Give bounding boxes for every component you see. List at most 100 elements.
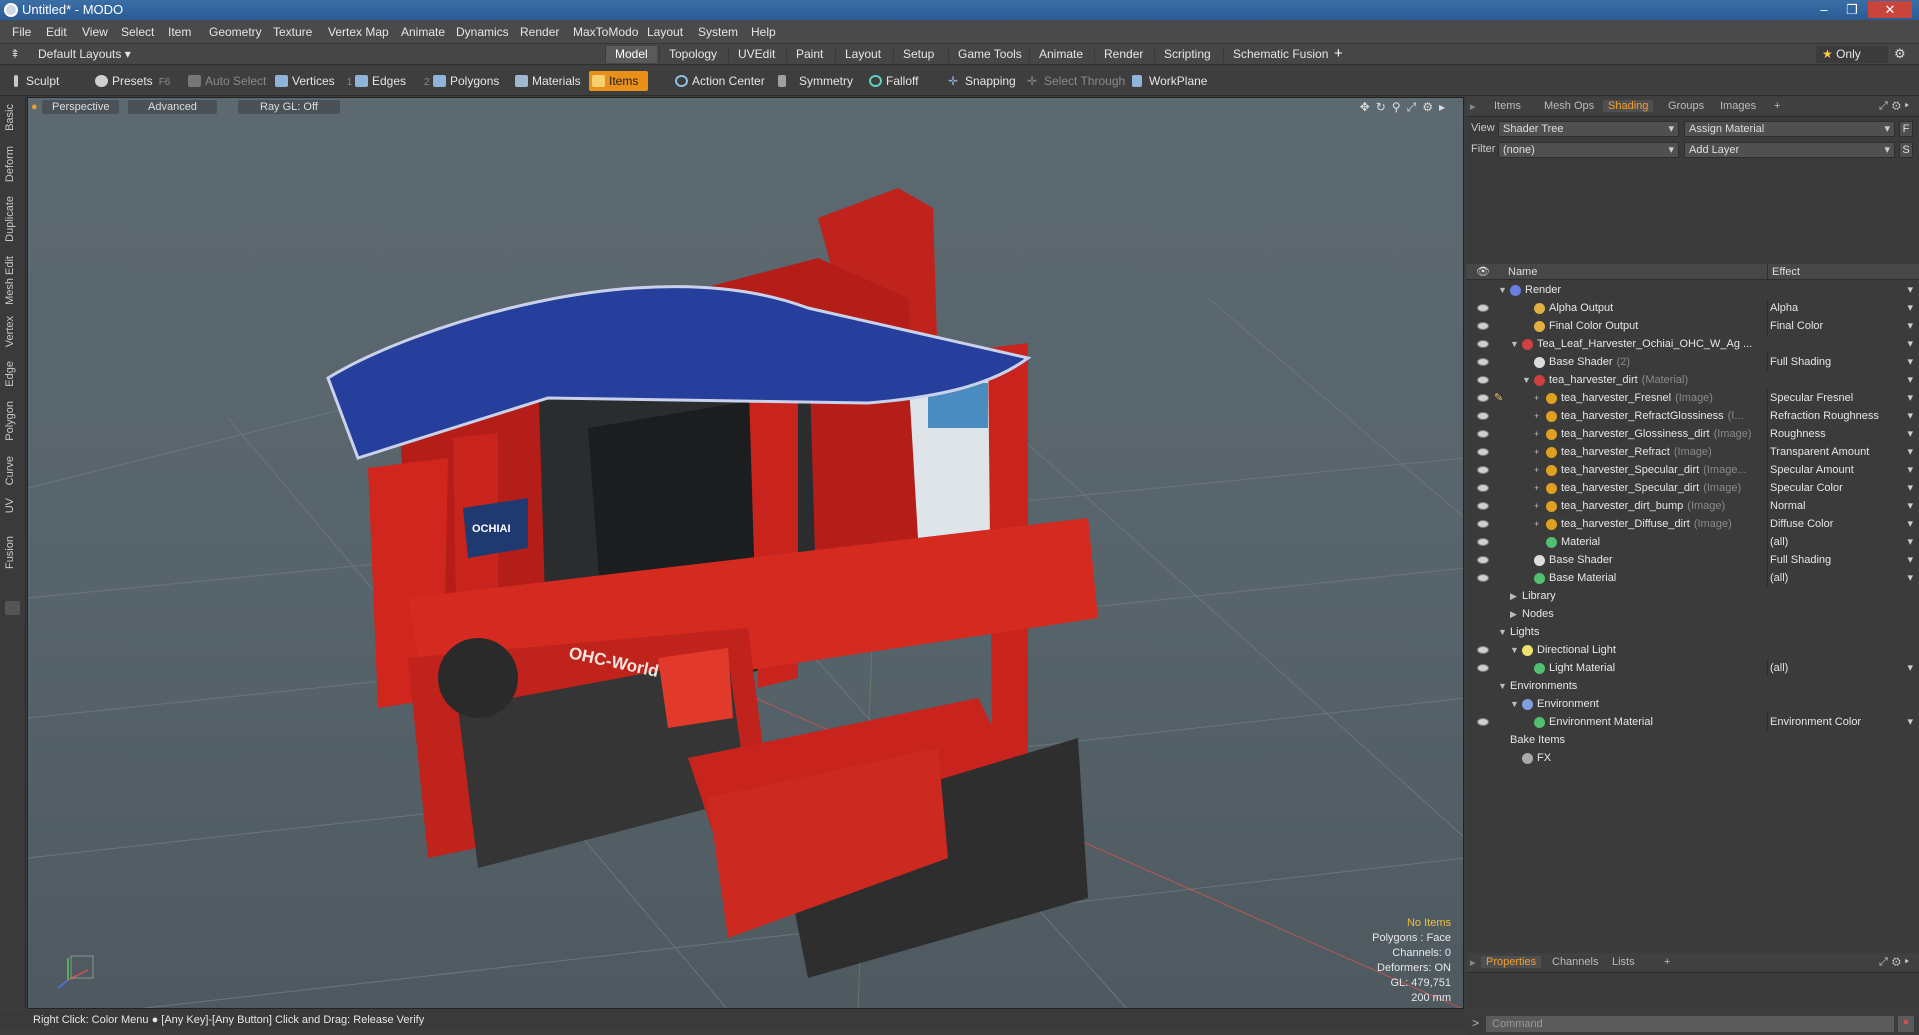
effect-dropdown[interactable]: Roughness (1767, 425, 1919, 443)
select-through-button[interactable]: ✛ Select Through (1024, 71, 1125, 91)
action-center-button[interactable]: Action Center (672, 71, 765, 91)
effect-dropdown[interactable]: Diffuse Color (1767, 515, 1919, 533)
column-name[interactable]: Name (1508, 266, 1537, 278)
expand-arrow-icon[interactable]: ▼ (1510, 695, 1519, 713)
effect-dropdown[interactable]: Alpha (1767, 299, 1919, 317)
tree-row[interactable]: Base Material (all) (1466, 569, 1919, 587)
visibility-eye-icon[interactable] (1477, 430, 1489, 438)
tree-row[interactable]: + tea_harvester_Glossiness_dirt (Image) Rou… (1466, 425, 1919, 443)
left-tab-vertex[interactable]: Vertex (4, 316, 16, 347)
tree-row[interactable]: ▼ Render (1466, 281, 1919, 299)
effect-dropdown[interactable]: Full Shading (1767, 353, 1919, 371)
materials-button[interactable]: Materials (512, 71, 581, 91)
tree-row[interactable]: ▶ Library (1466, 587, 1919, 605)
panel-grip-icon[interactable]: ▸ (1470, 100, 1476, 113)
expand-arrow-icon[interactable]: ▶ (1510, 587, 1517, 605)
menu-layout[interactable]: Layout (647, 25, 683, 39)
tree-row[interactable]: FX (1466, 749, 1919, 767)
visibility-eye-icon[interactable] (1477, 448, 1489, 456)
expand-arrow-icon[interactable]: ▼ (1498, 281, 1507, 299)
left-tab-mesh-edit[interactable]: Mesh Edit (4, 256, 16, 305)
visibility-eye-icon[interactable] (1477, 646, 1489, 654)
menu-system[interactable]: System (698, 25, 738, 39)
tree-row[interactable]: ▼ Environments (1466, 677, 1919, 695)
tab-paint[interactable]: Paint (786, 46, 832, 63)
left-tab-duplicate[interactable]: Duplicate (4, 196, 16, 242)
polygons-button[interactable]: Polygons (430, 71, 499, 91)
expand-arrow-icon[interactable]: + (1534, 497, 1539, 515)
visibility-eye-icon[interactable] (1477, 556, 1489, 564)
expand-arrow-icon[interactable]: ▼ (1510, 335, 1519, 353)
effect-dropdown[interactable]: Refraction Roughness (1767, 407, 1919, 425)
effect-dropdown[interactable]: Final Color (1767, 317, 1919, 335)
tree-row[interactable]: + tea_harvester_Specular_dirt (Image) Specu… (1466, 479, 1919, 497)
expand-arrow-icon[interactable]: ▼ (1498, 623, 1507, 641)
tab-mesh-ops[interactable]: Mesh Ops (1544, 100, 1594, 112)
tree-row[interactable]: + tea_harvester_Diffuse_dirt (Image) Diffus… (1466, 515, 1919, 533)
menu-view[interactable]: View (82, 25, 108, 39)
tab-topology[interactable]: Topology (659, 46, 726, 63)
falloff-button[interactable]: Falloff (866, 71, 918, 91)
effect-dropdown[interactable]: Specular Color (1767, 479, 1919, 497)
effect-dropdown[interactable]: Normal (1767, 497, 1919, 515)
raygl-dropdown[interactable]: Ray GL: Off (238, 100, 340, 114)
close-button[interactable]: ✕ (1868, 1, 1912, 18)
left-tab-basic[interactable]: Basic (4, 104, 16, 131)
left-tab-deform[interactable]: Deform (4, 146, 16, 182)
assign-material-dropdown[interactable]: Assign Material (1684, 121, 1895, 137)
bottom-add-tab[interactable]: + (1664, 956, 1670, 968)
default-layouts-dropdown[interactable]: Default Layouts ▾ (38, 47, 131, 61)
tree-row[interactable]: Base Shader Full Shading (1466, 551, 1919, 569)
tab-scripting[interactable]: Scripting (1154, 46, 1220, 63)
effect-dropdown[interactable]: (all) (1767, 569, 1919, 587)
visibility-eye-icon[interactable] (1477, 574, 1489, 582)
perspective-dropdown[interactable]: Perspective (42, 100, 120, 114)
expand-arrow-icon[interactable]: + (1534, 443, 1539, 461)
tree-row[interactable]: ▶ Nodes (1466, 605, 1919, 623)
expand-arrow-icon[interactable]: ▼ (1510, 641, 1519, 659)
tree-row[interactable]: Environment Material Environment Color (1466, 713, 1919, 731)
viewport-dot-icon[interactable]: ● (31, 100, 38, 114)
menu-item[interactable]: Item (168, 25, 191, 39)
advanced-dropdown[interactable]: Advanced (128, 100, 217, 114)
expand-arrow-icon[interactable]: + (1534, 389, 1539, 407)
effect-dropdown[interactable]: Transparent Amount (1767, 443, 1919, 461)
visibility-eye-icon[interactable] (1477, 340, 1489, 348)
effect-dropdown[interactable]: Full Shading (1767, 551, 1919, 569)
tree-row[interactable]: + tea_harvester_Specular_dirt (Image... Spe… (1466, 461, 1919, 479)
3d-viewport[interactable]: OCHIAI OHC-World ● Perspective Advanced … (27, 97, 1464, 1009)
tab-setup[interactable]: Setup (893, 46, 943, 63)
expand-arrow-icon[interactable]: ▼ (1522, 371, 1531, 389)
symmetry-button[interactable]: Symmetry (775, 71, 853, 91)
tree-row[interactable]: Light Material (all) (1466, 659, 1919, 677)
add-tab-button[interactable]: + (1334, 45, 1343, 62)
left-tab-curve[interactable]: Curve (4, 456, 16, 485)
visibility-eye-icon[interactable] (1477, 538, 1489, 546)
view-dropdown[interactable]: Shader Tree (1498, 121, 1679, 137)
visibility-eye-icon[interactable] (1477, 394, 1489, 402)
visibility-eye-icon[interactable] (1477, 412, 1489, 420)
sculpt-button[interactable]: Sculpt (6, 71, 59, 91)
expand-arrow-icon[interactable]: + (1534, 479, 1539, 497)
tree-row[interactable]: + tea_harvester_dirt_bump (Image) Normal (1466, 497, 1919, 515)
gear-icon[interactable]: ⚙ (1894, 46, 1906, 62)
menu-edit[interactable]: Edit (46, 25, 67, 39)
visibility-eye-icon[interactable] (1477, 358, 1489, 366)
effect-dropdown[interactable]: Specular Fresnel (1767, 389, 1919, 407)
left-tab-edge[interactable]: Edge (4, 361, 16, 387)
layout-lock-icon[interactable]: ⇞ (10, 47, 20, 61)
menu-texture[interactable]: Texture (273, 25, 312, 39)
tab-shading[interactable]: Shading (1603, 100, 1654, 112)
snapping-button[interactable]: ✛ Snapping (945, 71, 1016, 91)
tree-row[interactable]: Bake Items (1466, 731, 1919, 749)
effect-dropdown[interactable]: (all) (1767, 533, 1919, 551)
workplane-button[interactable]: WorkPlane (1129, 71, 1207, 91)
menu-geometry[interactable]: Geometry (209, 25, 262, 39)
visibility-eye-icon[interactable] (1477, 304, 1489, 312)
tab-groups[interactable]: Groups (1668, 100, 1704, 112)
tab-model[interactable]: Model (605, 46, 657, 63)
visibility-eye-icon[interactable] (1477, 484, 1489, 492)
expand-arrow-icon[interactable]: ▶ (1510, 605, 1517, 623)
expand-arrow-icon[interactable]: + (1534, 515, 1539, 533)
filter-dropdown[interactable]: (none) (1498, 142, 1679, 158)
